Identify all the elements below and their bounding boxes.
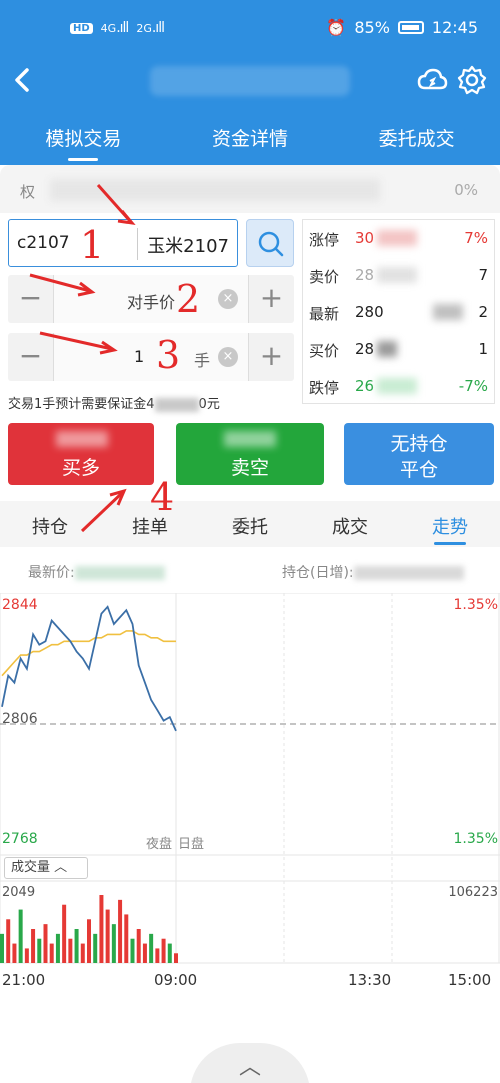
volume-bar: [43, 924, 48, 963]
alarm-icon: ⏰: [326, 18, 347, 37]
tab-orders[interactable]: 委托成交: [333, 108, 500, 165]
volume-bar: [105, 909, 110, 963]
volume-bar: [80, 943, 85, 963]
battery-percent: 85%: [354, 18, 390, 37]
volume-bar: [130, 938, 135, 963]
volume-bar: [142, 943, 147, 963]
chevron-up-icon: ︿: [238, 1055, 261, 1080]
volume-bar: [62, 904, 67, 963]
x-label-0900: 09:00: [154, 971, 198, 989]
volume-bar: [24, 948, 29, 963]
volume-bar: [18, 909, 23, 963]
volume-bars: [0, 895, 178, 963]
x-label-1330: 13:30: [348, 971, 392, 989]
header: HD 4G.ıll 2G.ıll ⏰ 85% 12:45 模拟交易 资金详情 委…: [0, 0, 500, 165]
status-left: HD 4G.ıll 2G.ıll: [70, 20, 165, 36]
status-bar: HD 4G.ıll 2G.ıll ⏰ 85% 12:45: [0, 0, 500, 56]
volume-bar: [93, 933, 98, 963]
signal-icon-2: .ıll: [151, 20, 165, 36]
volume-bar: [149, 933, 154, 963]
status-right: ⏰ 85% 12:45: [326, 18, 478, 37]
network-4g: 4G.ıll: [100, 20, 130, 36]
expand-handle[interactable]: ︿: [190, 1043, 310, 1083]
pct-bottom-label: 1.35%: [453, 831, 498, 847]
volume-bar: [0, 933, 4, 963]
tab-sim-trade[interactable]: 模拟交易: [0, 108, 167, 165]
app-screen: HD 4G.ıll 2G.ıll ⏰ 85% 12:45 模拟交易 资金详情 委…: [0, 0, 500, 1083]
gear-icon[interactable]: [456, 64, 488, 96]
pct-top-label: 1.35%: [453, 597, 498, 613]
hd-badge: HD: [70, 22, 93, 34]
trend-chart: 2844 2806 2768 1.35% 1.35% 夜盘 日盘 成交量 ︿ 2…: [0, 592, 500, 993]
x-label-2100: 21:00: [2, 971, 46, 989]
y-bottom-label: 2768: [2, 831, 38, 847]
battery-icon: [397, 21, 424, 34]
clock: 12:45: [431, 18, 478, 37]
nav-bar: [0, 56, 500, 106]
session-night-label: 夜盘: [146, 837, 173, 852]
chevron-up-icon: ︿: [54, 860, 68, 875]
session-day-label: 日盘: [178, 837, 205, 852]
volume-toggle[interactable]: 成交量 ︿: [4, 857, 88, 879]
arrow-3: [39, 331, 113, 351]
volume-bar: [12, 943, 17, 963]
blurred-title: [150, 66, 350, 96]
arrow-4: [80, 491, 124, 533]
x-label-1500: 15:00: [448, 971, 492, 989]
volume-bar: [49, 943, 54, 963]
volume-bar: [37, 938, 42, 963]
network-2g: 2G.ıll: [136, 20, 165, 36]
y-top-label: 2844: [2, 597, 38, 613]
main-tabs: 模拟交易 资金详情 委托成交: [0, 108, 500, 165]
back-icon[interactable]: [10, 62, 36, 98]
tab-funds[interactable]: 资金详情: [167, 108, 334, 165]
signal-icon: .ıll: [116, 20, 129, 36]
y-mid-label: 2806: [2, 711, 38, 727]
volume-bar: [99, 895, 104, 963]
volume-bar: [6, 919, 11, 963]
volume-bar: [155, 948, 160, 963]
trend-chart-svg: [0, 592, 500, 964]
cloud-sync-icon[interactable]: [416, 64, 448, 96]
volume-bar: [55, 933, 60, 963]
volume-bar: [118, 899, 123, 963]
volume-bar: [31, 929, 36, 963]
volume-bar: [68, 938, 73, 963]
volume-bar: [167, 943, 172, 963]
vol-left-label: 2049: [2, 885, 36, 900]
volume-bar: [124, 914, 129, 963]
volume-bar: [174, 953, 178, 963]
annotation-arrows: [29, 184, 136, 533]
volume-bar: [136, 929, 141, 963]
vol-right-label: 106223: [448, 885, 498, 900]
volume-bar: [161, 938, 166, 963]
volume-bar: [111, 924, 116, 963]
volume-bar: [74, 929, 79, 963]
volume-bar: [87, 919, 91, 963]
trade-content: 权 0% c2107 玉米2107 − 对手价 × + − 1 手 × + 交易…: [0, 165, 500, 1083]
